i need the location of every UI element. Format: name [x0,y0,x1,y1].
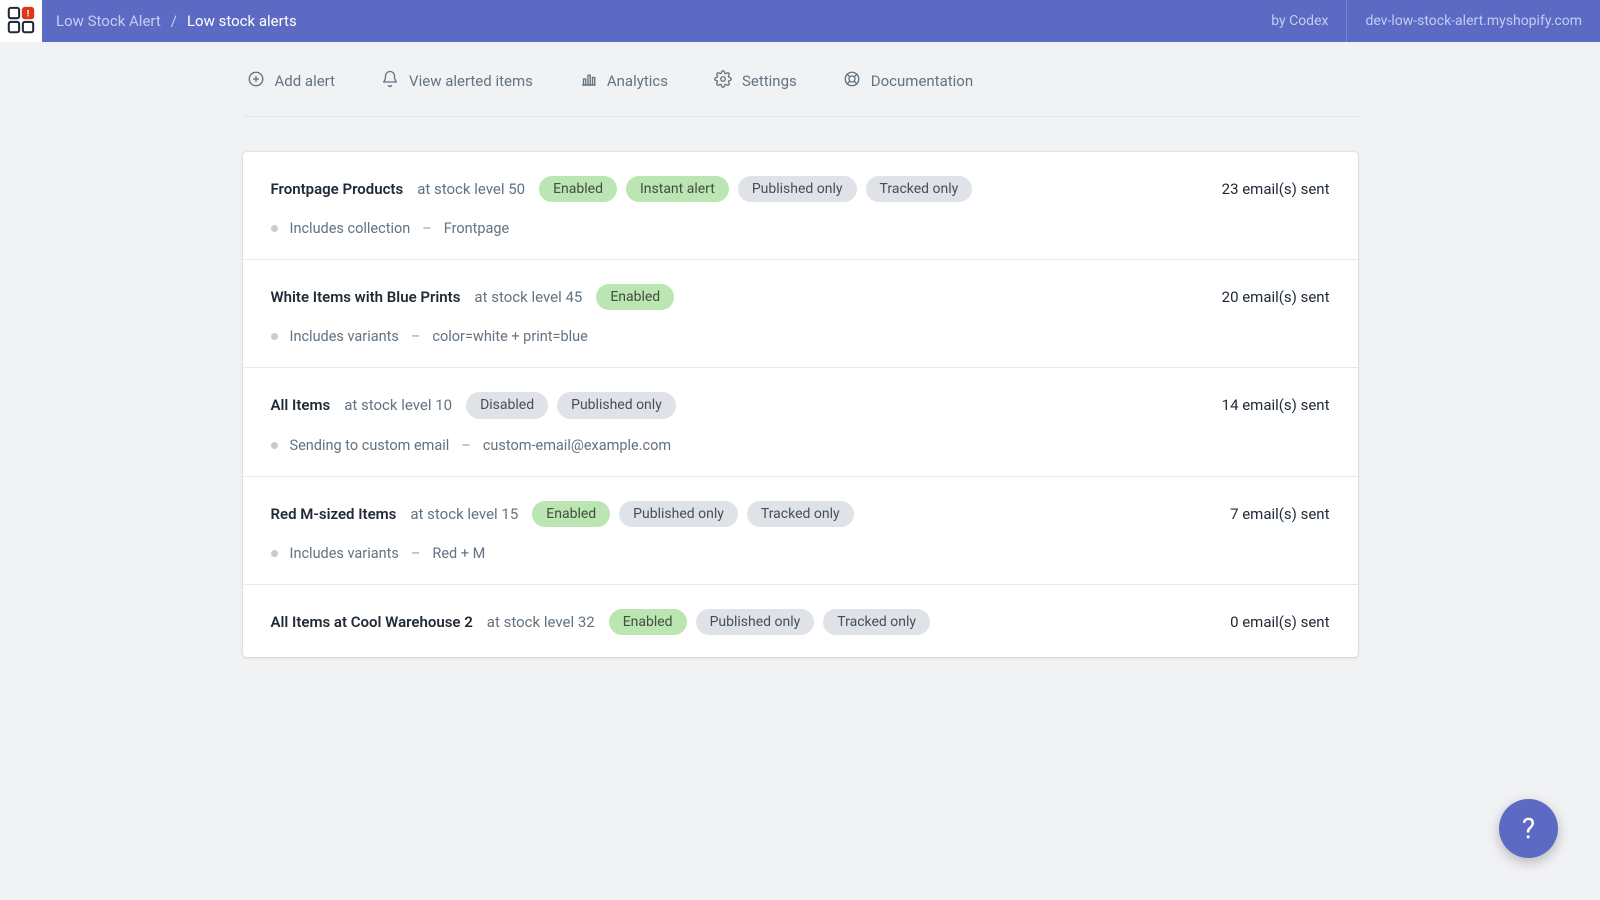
status-badge: Enabled [609,609,687,635]
note-sep: – [461,437,471,454]
alert-title: Red M-sized Items [271,505,397,523]
badge-group: Disabled Published only [466,392,676,418]
badge-group: Enabled Published only Tracked only [532,501,853,527]
alert-metric: 0 email(s) sent [1230,613,1329,631]
status-badge: Published only [738,176,857,202]
shop-domain[interactable]: dev-low-stock-alert.myshopify.com [1346,0,1600,42]
note-value: Frontpage [444,220,509,237]
note-value: color=white + print=blue [432,328,587,345]
note-sep: – [411,545,421,562]
lifebuoy-icon [843,70,861,92]
nav-analytics[interactable]: Analytics [579,70,668,92]
note-label: Includes variants [290,328,399,345]
alert-metric: 7 email(s) sent [1230,505,1329,523]
breadcrumb-sep: / [171,12,177,30]
status-badge: Tracked only [866,176,973,202]
nav-label: Settings [742,72,797,90]
status-badge: Published only [557,392,676,418]
status-badge: Disabled [466,392,548,418]
breadcrumb: Low Stock Alert / Low stock alerts [56,12,297,30]
alert-row[interactable]: Red M-sized Items at stock level 15 Enable… [243,476,1358,584]
alert-row[interactable]: All Items at stock level 10 Disabled Publis… [243,367,1358,475]
alert-note: Includes variants–color=white + print=bl… [271,328,1330,345]
note-label: Includes variants [290,545,399,562]
note-label: Sending to custom email [290,437,450,454]
alert-metric: 20 email(s) sent [1222,288,1330,306]
alert-row[interactable]: Frontpage Products at stock level 50 Enabl… [243,152,1358,259]
alert-title: White Items with Blue Prints [271,288,461,306]
note-value: Red + M [432,545,485,562]
alert-title: Frontpage Products [271,180,404,198]
question-icon: ? [1522,812,1535,845]
note-sep: – [422,220,432,237]
alert-row[interactable]: White Items with Blue Prints at stock lev… [243,259,1358,367]
alert-level: at stock level 10 [344,396,452,414]
alert-level: at stock level 50 [417,180,525,198]
badge-group: Enabled Published only Tracked only [609,609,930,635]
alert-level: at stock level 15 [410,505,518,523]
badge-group: Enabled [596,284,674,310]
alert-title: All Items at Cool Warehouse 2 [271,613,473,631]
bullet-icon [271,442,278,449]
nav-label: View alerted items [409,72,533,90]
byline: by Codex [1253,0,1346,42]
nav-settings[interactable]: Settings [714,70,797,92]
titlebar: ! Low Stock Alert / Low stock alerts by … [0,0,1600,42]
note-label: Includes collection [290,220,411,237]
status-badge: Tracked only [823,609,930,635]
alert-note: Includes collection–Frontpage [271,220,1330,237]
status-badge: Instant alert [626,176,729,202]
bullet-icon [271,225,278,232]
note-value: custom-email@example.com [483,437,671,454]
titlebar-right: by Codex dev-low-stock-alert.myshopify.c… [1253,0,1600,42]
alert-metric: 23 email(s) sent [1222,180,1330,198]
nav-label: Add alert [275,72,336,90]
bell-icon [381,70,399,92]
alert-title: All Items [271,396,331,414]
nav-add-alert[interactable]: Add alert [247,70,336,92]
note-sep: – [411,328,421,345]
analytics-icon [579,70,597,92]
breadcrumb-page: Low stock alerts [187,12,297,30]
alert-level: at stock level 32 [487,613,595,631]
alert-note: Includes variants–Red + M [271,545,1330,562]
nav-documentation[interactable]: Documentation [843,70,973,92]
alert-level: at stock level 45 [474,288,582,306]
status-badge: Published only [696,609,815,635]
app-logo: ! [0,0,42,42]
alert-metric: 14 email(s) sent [1222,396,1330,414]
breadcrumb-app[interactable]: Low Stock Alert [56,12,161,30]
nav-row: Add alert View alerted items Analytics S… [243,42,1358,117]
status-badge: Published only [619,501,738,527]
status-badge: Tracked only [747,501,854,527]
plus-circle-icon [247,70,265,92]
nav-label: Documentation [871,72,973,90]
bullet-icon [271,333,278,340]
nav-view-alerted[interactable]: View alerted items [381,70,533,92]
alert-row[interactable]: All Items at Cool Warehouse 2 at stock le… [243,584,1358,657]
help-fab[interactable]: ? [1499,799,1558,858]
status-badge: Enabled [539,176,617,202]
status-badge: Enabled [596,284,674,310]
bullet-icon [271,550,278,557]
status-badge: Enabled [532,501,610,527]
nav-label: Analytics [607,72,668,90]
badge-group: Enabled Instant alert Published only Tracke… [539,176,972,202]
alert-note: Sending to custom email–custom-email@exa… [271,437,1330,454]
alerts-list: Frontpage Products at stock level 50 Enabl… [243,152,1358,657]
gear-icon [714,70,732,92]
